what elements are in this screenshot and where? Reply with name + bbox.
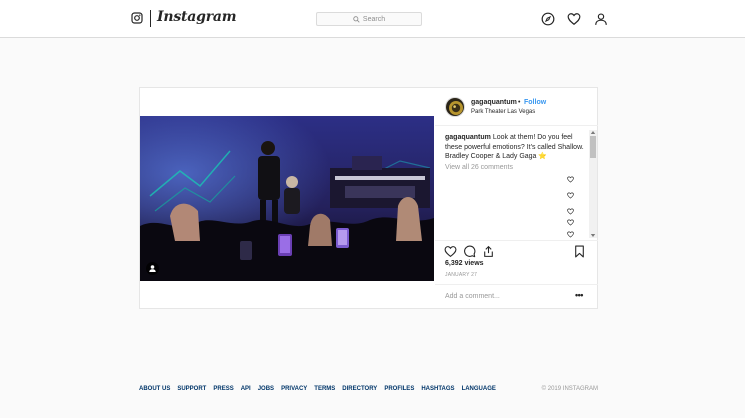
comment-like-heart-icon[interactable] — [567, 219, 574, 226]
search-icon — [353, 15, 360, 23]
post-date: JANUARY 27 — [445, 272, 478, 278]
comment-icon[interactable] — [463, 245, 476, 258]
footer-link-terms[interactable]: TERMS — [314, 386, 335, 392]
compass-icon[interactable] — [541, 12, 555, 26]
post-sidebar: gagaquantum • Follow Park Theater Las Ve… — [435, 88, 598, 308]
footer-link-jobs[interactable]: JOBS — [258, 386, 274, 392]
post-video[interactable] — [140, 116, 434, 281]
footer-link-directory[interactable]: DIRECTORY — [342, 386, 377, 392]
footer-link-privacy[interactable]: PRIVACY — [281, 386, 307, 392]
caption-username[interactable]: gagaquantum — [445, 134, 491, 141]
heart-icon[interactable] — [567, 12, 581, 26]
post-location[interactable]: Park Theater Las Vegas — [471, 109, 535, 115]
copyright: © 2019 INSTAGRAM — [541, 386, 598, 392]
instagram-glyph-icon[interactable] — [131, 12, 143, 24]
comment-like-heart-icon[interactable] — [567, 176, 574, 183]
footer-links: ABOUT US SUPPORT PRESS API JOBS PRIVACY … — [139, 386, 496, 392]
more-options-icon[interactable]: ••• — [575, 290, 583, 300]
user-tag-button[interactable] — [146, 262, 159, 275]
view-count[interactable]: 6,392 views — [445, 260, 484, 267]
footer-link-about[interactable]: ABOUT US — [139, 386, 170, 392]
footer-link-api[interactable]: API — [241, 386, 251, 392]
comments-scrollbar[interactable] — [589, 130, 597, 238]
post-header: gagaquantum • Follow Park Theater Las Ve… — [435, 88, 598, 126]
view-all-comments-link[interactable]: View all 26 comments — [445, 164, 513, 171]
avatar[interactable] — [445, 97, 465, 117]
profile-icon[interactable] — [594, 12, 608, 26]
separator-dot: • — [518, 99, 521, 106]
post-actions — [435, 240, 598, 260]
post-caption: gagaquantum Look at them! Do you feel th… — [445, 133, 587, 162]
comment-like-heart-icon[interactable] — [567, 208, 574, 215]
post-card: gagaquantum • Follow Park Theater Las Ve… — [139, 87, 598, 309]
footer-link-language[interactable]: LANGUAGE — [462, 386, 496, 392]
nav-divider — [150, 10, 151, 27]
like-heart-icon[interactable] — [444, 245, 457, 258]
scroll-up-arrow-icon[interactable] — [590, 130, 596, 135]
add-comment-input[interactable]: Add a comment... — [445, 293, 500, 300]
concert-video-frame — [140, 116, 434, 281]
comment-like-heart-icon[interactable] — [567, 192, 574, 199]
add-comment-bar: Add a comment... ••• — [435, 284, 598, 308]
user-tag-icon — [149, 265, 156, 272]
comments-section[interactable]: gagaquantum Look at them! Do you feel th… — [435, 128, 598, 240]
search-input[interactable]: Search — [316, 12, 422, 26]
scrollbar-thumb[interactable] — [590, 136, 596, 158]
footer: ABOUT US SUPPORT PRESS API JOBS PRIVACY … — [139, 386, 598, 396]
post-username[interactable]: gagaquantum — [471, 99, 517, 106]
follow-button[interactable]: Follow — [524, 99, 546, 106]
footer-link-hashtags[interactable]: HASHTAGS — [421, 386, 454, 392]
top-nav: Instagram Search — [0, 0, 745, 38]
scroll-down-arrow-icon[interactable] — [590, 233, 596, 238]
footer-link-profiles[interactable]: PROFILES — [384, 386, 414, 392]
bookmark-icon[interactable] — [573, 245, 586, 258]
share-icon[interactable] — [482, 245, 495, 258]
avatar-image — [446, 98, 464, 116]
instagram-wordmark[interactable]: Instagram — [157, 9, 237, 25]
footer-link-support[interactable]: SUPPORT — [177, 386, 206, 392]
comment-like-heart-icon[interactable] — [567, 231, 574, 238]
search-placeholder: Search — [362, 15, 386, 23]
footer-link-press[interactable]: PRESS — [213, 386, 233, 392]
